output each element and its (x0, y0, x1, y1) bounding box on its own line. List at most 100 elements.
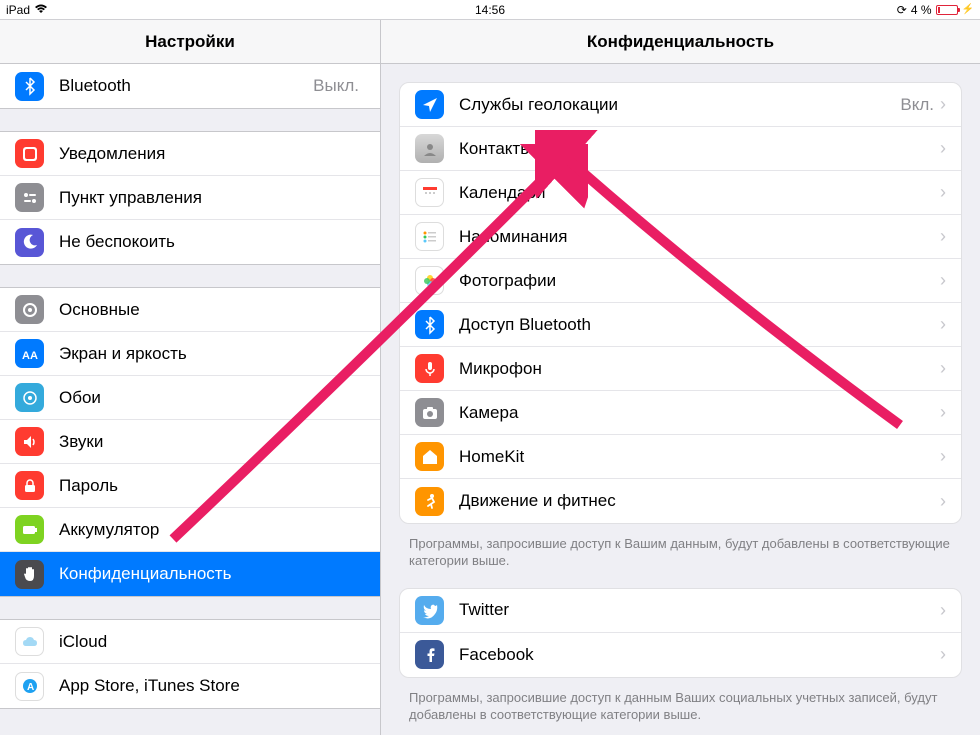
sidebar-item-battery[interactable]: Аккумулятор (0, 508, 380, 552)
wallpaper-icon (15, 383, 44, 412)
chevron-right-icon: › (940, 182, 946, 203)
detail-item-reminders[interactable]: Напоминания › (400, 215, 961, 259)
orientation-lock-icon: ⟳ (897, 3, 907, 17)
motion-icon (415, 487, 444, 516)
detail-item-homekit[interactable]: HomeKit › (400, 435, 961, 479)
gear-icon (15, 295, 44, 324)
row-label: Конфиденциальность (59, 564, 365, 584)
row-label: Аккумулятор (59, 520, 365, 540)
row-label: Службы геолокации (459, 95, 900, 115)
chevron-right-icon: › (940, 138, 946, 159)
detail-item-motion[interactable]: Движение и фитнес › (400, 479, 961, 523)
sidebar-item-sounds[interactable]: Звуки (0, 420, 380, 464)
chevron-right-icon: › (940, 314, 946, 335)
sidebar-item-general[interactable]: Основные (0, 288, 380, 332)
sidebar-item-bluetooth[interactable]: Bluetooth Выкл. (0, 64, 380, 108)
row-label: Звуки (59, 432, 365, 452)
row-label: Facebook (459, 645, 940, 665)
chevron-right-icon: › (940, 644, 946, 665)
detail-footer-1: Программы, запросившие доступ к данным В… (381, 684, 980, 724)
microphone-icon (415, 354, 444, 383)
notifications-icon (15, 139, 44, 168)
wifi-icon (34, 3, 48, 17)
photos-icon (415, 266, 444, 295)
control-center-icon (15, 183, 44, 212)
row-label: Напоминания (459, 227, 940, 247)
row-value: Выкл. (313, 76, 359, 96)
contacts-icon (415, 134, 444, 163)
sidebar-item-privacy[interactable]: Конфиденциальность (0, 552, 380, 596)
row-label: Не беспокоить (59, 232, 365, 252)
battery-menu-icon (15, 515, 44, 544)
sounds-icon (15, 427, 44, 456)
svg-text:A: A (27, 682, 34, 693)
display-icon: AA (15, 339, 44, 368)
sidebar-item-dnd[interactable]: Не беспокоить (0, 220, 380, 264)
detail-item-microphone[interactable]: Микрофон › (400, 347, 961, 391)
chevron-right-icon: › (940, 600, 946, 621)
row-label: Twitter (459, 600, 940, 620)
detail-item-facebook[interactable]: Facebook › (400, 633, 961, 677)
status-time: 14:56 (475, 3, 505, 17)
sidebar-item-display[interactable]: AA Экран и яркость (0, 332, 380, 376)
chevron-right-icon: › (940, 226, 946, 247)
appstore-icon: A (15, 672, 44, 701)
home-icon (415, 442, 444, 471)
row-label: Календари (459, 183, 940, 203)
detail-pane: Службы геолокации Вкл. › Контакты › Кале… (381, 64, 980, 735)
detail-item-camera[interactable]: Камера › (400, 391, 961, 435)
sidebar-item-wallpaper[interactable]: Обои (0, 376, 380, 420)
row-value: Вкл. (900, 95, 934, 115)
detail-item-location[interactable]: Службы геолокации Вкл. › (400, 83, 961, 127)
chevron-right-icon: › (940, 402, 946, 423)
bluetooth-share-icon (415, 310, 444, 339)
row-label: iCloud (59, 632, 365, 652)
row-label: Обои (59, 388, 365, 408)
reminders-icon (415, 222, 444, 251)
chevron-right-icon: › (940, 358, 946, 379)
detail-item-bluetooth-share[interactable]: Доступ Bluetooth › (400, 303, 961, 347)
camera-icon (415, 398, 444, 427)
row-label: Экран и яркость (59, 344, 365, 364)
twitter-icon (415, 596, 444, 625)
row-label: Пункт управления (59, 188, 365, 208)
lock-icon (15, 471, 44, 500)
location-icon (415, 90, 444, 119)
settings-sidebar: Bluetooth Выкл. Уведомления Пункт управл… (0, 64, 381, 735)
row-label: Контакты (459, 139, 940, 159)
detail-item-photos[interactable]: Фотографии › (400, 259, 961, 303)
detail-footer-0: Программы, запросившие доступ к Вашим да… (381, 530, 980, 570)
row-label: Фотографии (459, 271, 940, 291)
row-label: Пароль (59, 476, 365, 496)
sidebar-item-passcode[interactable]: Пароль (0, 464, 380, 508)
row-label: Доступ Bluetooth (459, 315, 940, 335)
device-label: iPad (6, 3, 30, 17)
row-label: Уведомления (59, 144, 365, 164)
chevron-right-icon: › (940, 94, 946, 115)
sidebar-item-icloud[interactable]: iCloud (0, 620, 380, 664)
row-label: Камера (459, 403, 940, 423)
status-bar: iPad 14:56 ⟳ 4 % ⚡ (0, 0, 980, 20)
row-label: Bluetooth (59, 76, 313, 96)
chevron-right-icon: › (940, 491, 946, 512)
row-label: App Store, iTunes Store (59, 676, 365, 696)
hand-icon (15, 560, 44, 589)
sidebar-title: Настройки (0, 20, 381, 63)
row-label: Основные (59, 300, 365, 320)
sidebar-item-control-center[interactable]: Пункт управления (0, 176, 380, 220)
bluetooth-icon (15, 72, 44, 101)
detail-item-calendars[interactable]: Календари › (400, 171, 961, 215)
svg-text:AA: AA (22, 350, 38, 362)
chevron-right-icon: › (940, 446, 946, 467)
calendar-icon (415, 178, 444, 207)
detail-item-twitter[interactable]: Twitter › (400, 589, 961, 633)
chevron-right-icon: › (940, 270, 946, 291)
moon-icon (15, 228, 44, 257)
charging-icon: ⚡ (962, 4, 974, 15)
facebook-icon (415, 640, 444, 669)
battery-icon (936, 5, 958, 15)
detail-item-contacts[interactable]: Контакты › (400, 127, 961, 171)
sidebar-item-appstore[interactable]: A App Store, iTunes Store (0, 664, 380, 708)
sidebar-item-notifications[interactable]: Уведомления (0, 132, 380, 176)
row-label: HomeKit (459, 447, 940, 467)
